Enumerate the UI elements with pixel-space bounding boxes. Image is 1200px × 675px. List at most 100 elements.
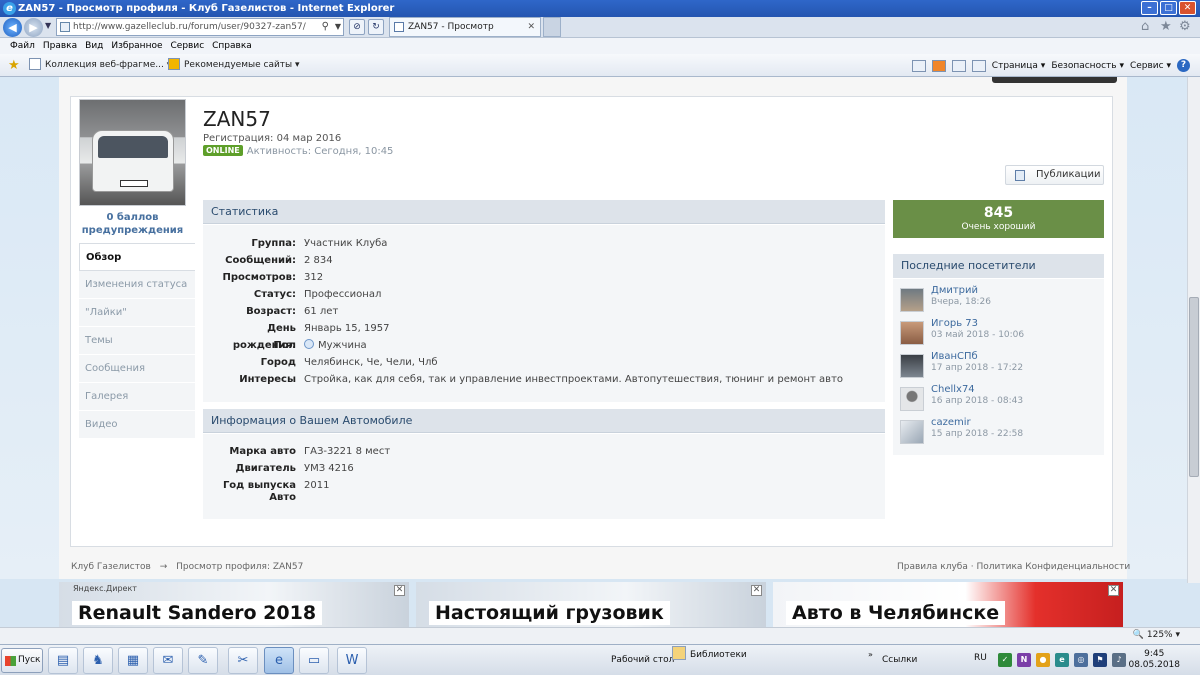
calculator-icon[interactable]: ▦	[118, 647, 148, 674]
close-button[interactable]: ✕	[1179, 1, 1196, 15]
star-icon[interactable]: ★	[1160, 19, 1172, 34]
forward-button[interactable]: ▶	[24, 18, 43, 37]
vertical-scrollbar[interactable]	[1187, 77, 1200, 583]
volume-icon[interactable]: ♪	[1112, 653, 1126, 667]
explorer-icon[interactable]: ▤	[48, 647, 78, 674]
default-avatar-icon[interactable]	[900, 387, 924, 411]
ad-banner-truck[interactable]: Настоящий грузовик ✕	[416, 582, 766, 627]
libraries-toolbar[interactable]: Библиотеки	[672, 645, 747, 665]
tab-posts[interactable]: Сообщения	[79, 355, 195, 383]
bing-icon	[168, 58, 180, 70]
stat-row-gender: Пол Мужчина	[273, 339, 367, 351]
favorites-item-suggested[interactable]: Рекомендуемые сайты ▾	[168, 54, 300, 77]
mail-icon[interactable]	[951, 59, 966, 72]
avatar[interactable]	[900, 321, 924, 345]
command-page[interactable]: Страница ▾	[992, 61, 1046, 71]
zoom-level[interactable]: 🔍 125% ▾	[1133, 630, 1180, 640]
address-bar[interactable]: http://www.gazelleclub.ru/forum/user/903…	[56, 18, 344, 36]
breadcrumb-home[interactable]: Клуб Газелистов	[71, 562, 151, 572]
address-input[interactable]: http://www.gazelleclub.ru/forum/user/903…	[73, 22, 306, 32]
tab-overview[interactable]: Обзор	[79, 243, 195, 271]
ad-banner-chelyabinsk[interactable]: Авто в Челябинске ✕	[773, 582, 1123, 627]
menu-edit[interactable]: Правка	[43, 38, 77, 54]
rss-icon[interactable]	[931, 59, 946, 72]
command-security[interactable]: Безопасность ▾	[1051, 61, 1124, 71]
rules-link[interactable]: Правила клуба	[897, 562, 968, 572]
paint-icon[interactable]: ✎	[188, 647, 218, 674]
start-button[interactable]: Пуск	[1, 648, 43, 673]
close-icon[interactable]: ✕	[751, 585, 762, 596]
ie-icon: e	[3, 2, 16, 15]
language-indicator[interactable]: RU	[974, 645, 987, 672]
close-tab-icon[interactable]: ✕	[527, 18, 535, 36]
gear-icon[interactable]: ⚙	[1179, 19, 1191, 34]
visitor-name[interactable]: Дмитрий	[931, 285, 978, 296]
ad-text[interactable]: Авто в Челябинске	[786, 601, 1006, 625]
history-dropdown-icon[interactable]: ▼	[45, 21, 51, 30]
visitor-name[interactable]: ИванСПб	[931, 351, 978, 362]
favorites-item-webslices[interactable]: Коллекция веб-фрагме... ▾	[29, 54, 171, 77]
close-icon[interactable]: ✕	[394, 585, 405, 596]
monitor-icon[interactable]: ▭	[299, 647, 329, 674]
tab-video[interactable]: Видео	[79, 411, 195, 439]
back-button[interactable]: ◀	[3, 18, 22, 37]
tab-status-updates[interactable]: Изменения статуса	[79, 271, 195, 299]
help-icon[interactable]: ?	[1177, 59, 1190, 72]
scrollbar-thumb[interactable]	[1189, 297, 1199, 477]
menu-view[interactable]: Вид	[85, 38, 103, 54]
outlook-icon[interactable]: ✉	[153, 647, 183, 674]
ie-icon[interactable]: e	[264, 647, 294, 674]
tab-topics[interactable]: Темы	[79, 327, 195, 355]
visitor-name[interactable]: Chellx74	[931, 384, 975, 395]
maximize-button[interactable]: □	[1160, 1, 1177, 15]
refresh-button[interactable]: ↻	[368, 19, 384, 35]
warning-points[interactable]: 0 баллов предупреждения	[79, 211, 186, 237]
home-icon[interactable]: ⌂	[1141, 19, 1149, 34]
tab-gallery[interactable]: Галерея	[79, 383, 195, 411]
minimize-button[interactable]: –	[1141, 1, 1158, 15]
visitors-list: Дмитрий Вчера, 18:26 Игорь 73 03 май 201…	[893, 279, 1104, 455]
menu-favorites[interactable]: Избранное	[111, 38, 162, 54]
scissors-icon[interactable]: ✂	[228, 647, 258, 674]
compat-view-button[interactable]: ⊘	[349, 19, 365, 35]
antivirus-icon[interactable]: ✓	[998, 653, 1012, 667]
avatar[interactable]	[900, 354, 924, 378]
onenote-icon[interactable]: N	[1017, 653, 1031, 667]
menu-file[interactable]: Файл	[10, 38, 35, 54]
avatar[interactable]	[900, 420, 924, 444]
tab-likes[interactable]: "Лайки"	[79, 299, 195, 327]
visitor-name[interactable]: Игорь 73	[931, 318, 978, 329]
clock[interactable]: 9:45 08.05.2018	[1128, 649, 1180, 671]
print-icon[interactable]	[971, 59, 986, 72]
avatar[interactable]	[900, 288, 924, 312]
toolbar-chevron-icon[interactable]: »	[868, 645, 873, 665]
tray-network-icon[interactable]: ◎	[1074, 653, 1088, 667]
privacy-link[interactable]: Политика Конфиденциальности	[976, 562, 1130, 572]
chevron-down-icon[interactable]: ▼	[335, 19, 341, 35]
tray-app-icon[interactable]: ●	[1036, 653, 1050, 667]
tray-flag-icon[interactable]: ⚑	[1093, 653, 1107, 667]
game-icon[interactable]: ♞	[83, 647, 113, 674]
home-icon[interactable]	[911, 59, 926, 72]
publications-button[interactable]: Публикации	[1005, 165, 1104, 185]
visitor-time: 15 апр 2018 - 22:58	[931, 429, 1024, 439]
word-icon[interactable]: W	[337, 647, 367, 674]
ad-banner-renault[interactable]: Яндекс.Директ Renault Sandero 2018 ✕	[59, 582, 409, 627]
search-icon[interactable]: ⚲	[322, 19, 329, 35]
ad-text[interactable]: Renault Sandero 2018	[72, 601, 323, 625]
ad-text[interactable]: Настоящий грузовик	[429, 601, 670, 625]
registration-line: Регистрация: 04 мар 2016	[203, 133, 342, 144]
tab-profile[interactable]: ZAN57 - Просмотр профил... ✕	[389, 17, 541, 50]
avatar[interactable]	[79, 99, 186, 206]
menu-help[interactable]: Справка	[212, 38, 252, 54]
new-tab-button[interactable]	[543, 17, 561, 37]
command-tools[interactable]: Сервис ▾	[1130, 61, 1171, 71]
visitor-name[interactable]: cazemir	[931, 417, 971, 428]
ad-label: Яндекс.Директ	[73, 584, 137, 593]
links-toolbar[interactable]: Ссылки	[882, 645, 917, 675]
favorites-star-icon[interactable]: ★	[8, 54, 20, 77]
tray-e-icon[interactable]: e	[1055, 653, 1069, 667]
menu-tools[interactable]: Сервис	[171, 38, 205, 54]
desktop-toolbar[interactable]: Рабочий стол	[611, 645, 674, 675]
close-icon[interactable]: ✕	[1108, 585, 1119, 596]
